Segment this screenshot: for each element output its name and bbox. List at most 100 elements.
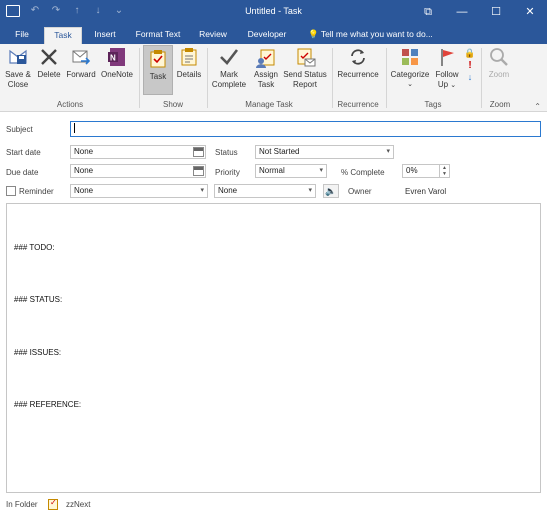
assign-task-label: Assign Task: [253, 70, 278, 89]
folder-name: zzNext: [66, 500, 91, 509]
chevron-down-icon: ▾: [308, 187, 312, 194]
subject-input[interactable]: [70, 121, 541, 137]
chevron-down-icon: ▾: [386, 148, 390, 155]
priority-select[interactable]: Normal ▾: [255, 164, 327, 178]
tab-format-text[interactable]: Format Text: [128, 27, 188, 44]
group-recurrence-label: Recurrence: [337, 100, 379, 109]
percent-complete-stepper[interactable]: 0% ▲ ▼: [402, 164, 450, 178]
save-close-icon: [7, 46, 29, 68]
recurrence-button[interactable]: Recurrence: [335, 46, 381, 80]
close-button[interactable]: ✕: [513, 0, 547, 24]
status-select[interactable]: Not Started ▾: [255, 145, 394, 159]
tab-file[interactable]: File: [6, 27, 38, 44]
group-tags-label: Tags: [424, 100, 442, 109]
magnifier-icon: [488, 46, 510, 68]
tab-review[interactable]: Review: [192, 27, 234, 44]
flag-icon: [436, 46, 458, 68]
due-date-value: None: [74, 166, 94, 175]
reminder-date-value: None: [74, 186, 94, 195]
priority-label: Priority: [215, 168, 240, 177]
zoom-label: Zoom: [488, 70, 510, 79]
body-line: ### TODO:: [14, 243, 55, 252]
ribbon-display-options-icon[interactable]: ⧉: [411, 0, 445, 24]
checkmark-icon: [218, 46, 240, 68]
delete-label: Delete: [37, 70, 61, 79]
subject-label: Subject: [6, 125, 33, 134]
tag-small-buttons: 🔒 ! ↓: [464, 48, 476, 84]
title-bar: ↶ ↷ ↑ ↓ ⌄ Untitled - Task ⧉ — ☐ ✕: [0, 0, 547, 24]
task-view-icon: [147, 48, 169, 70]
categorize-button[interactable]: Categorize ⌄: [389, 46, 431, 90]
group-show-label: Show: [162, 100, 183, 109]
chevron-down-icon: ▾: [200, 187, 204, 194]
forward-icon: [70, 46, 92, 68]
start-date-input[interactable]: None: [70, 145, 206, 159]
delete-button[interactable]: Delete: [35, 46, 63, 80]
task-form: Subject Start date None Status Not Start…: [0, 112, 547, 515]
ribbon-separator: [481, 48, 482, 108]
reminder-time-value: None: [218, 186, 238, 195]
folder-bar: In Folder zzNext: [0, 495, 547, 515]
minimize-button[interactable]: —: [445, 0, 479, 24]
ribbon-tabs: File Task Insert Format Text Review Deve…: [0, 24, 547, 44]
start-date-label: Start date: [6, 148, 41, 157]
task-body-editor[interactable]: ### TODO: ### STATUS: ### ISSUES: ### RE…: [6, 203, 541, 493]
private-lock-icon[interactable]: 🔒: [464, 48, 476, 60]
zoom-button[interactable]: Zoom: [484, 46, 514, 80]
maximize-button[interactable]: ☐: [479, 0, 513, 24]
collapse-ribbon-icon[interactable]: ⌃: [534, 102, 541, 111]
details-icon: [178, 46, 200, 68]
group-manage-task-label: Manage Task: [245, 100, 293, 109]
spin-arrows-icon[interactable]: ▲ ▼: [439, 165, 449, 177]
tab-insert[interactable]: Insert: [86, 27, 124, 44]
tell-me-text: Tell me what you want to do...: [320, 29, 433, 39]
mark-complete-button[interactable]: Mark Complete: [210, 46, 248, 90]
status-label: Status: [215, 148, 238, 157]
ribbon: Save & Close Delete Forward N OneNote Ac…: [0, 44, 547, 112]
send-status-report-button[interactable]: Send Status Report: [283, 46, 327, 90]
tab-developer[interactable]: Developer: [240, 27, 294, 44]
ribbon-separator: [207, 48, 208, 108]
categorize-icon: [399, 46, 421, 68]
reminder-date-select[interactable]: None ▾: [70, 184, 208, 198]
reminder-sound-icon[interactable]: 🔈: [323, 184, 339, 198]
due-date-input[interactable]: None: [70, 164, 206, 178]
assign-task-button[interactable]: Assign Task: [250, 46, 282, 90]
calendar-icon[interactable]: [193, 166, 204, 176]
task-folder-icon: [48, 498, 58, 510]
low-importance-icon[interactable]: ↓: [464, 72, 476, 84]
start-date-value: None: [74, 147, 94, 156]
body-line: ### REFERENCE:: [14, 400, 82, 409]
priority-value: Normal: [259, 166, 285, 175]
tell-me-box[interactable]: 💡 Tell me what you want to do...: [308, 29, 433, 40]
status-value: Not Started: [259, 147, 300, 156]
tab-task[interactable]: Task: [44, 27, 82, 44]
save-close-button[interactable]: Save & Close: [3, 46, 33, 90]
ribbon-separator: [139, 48, 140, 108]
send-status-label: Send Status Report: [283, 70, 327, 89]
text-cursor: [74, 122, 75, 133]
percent-complete-value: 0%: [406, 166, 418, 175]
task-view-label: Task: [149, 72, 167, 81]
task-view-button[interactable]: Task: [143, 45, 173, 95]
onenote-icon: N: [106, 46, 128, 68]
chevron-down-icon: ▾: [319, 167, 323, 174]
window-controls: ⧉ — ☐ ✕: [411, 0, 547, 24]
chevron-down-icon: ⌄: [450, 82, 457, 89]
reminder-checkbox[interactable]: [6, 186, 16, 196]
calendar-icon[interactable]: [193, 147, 204, 157]
save-close-label: Save & Close: [5, 70, 31, 89]
follow-up-button[interactable]: Follow Up ⌄: [432, 46, 462, 91]
recurrence-label: Recurrence: [337, 70, 379, 79]
forward-button[interactable]: Forward: [65, 46, 97, 80]
group-zoom-label: Zoom: [489, 100, 511, 109]
details-button[interactable]: Details: [175, 46, 203, 80]
reminder-label: Reminder: [19, 187, 54, 196]
reminder-time-select[interactable]: None ▾: [214, 184, 316, 198]
svg-text:N: N: [110, 54, 116, 63]
in-folder-label: In Folder: [6, 500, 38, 509]
onenote-button[interactable]: N OneNote: [99, 46, 135, 80]
group-actions-label: Actions: [56, 100, 84, 109]
high-importance-icon[interactable]: !: [464, 60, 476, 72]
details-label: Details: [176, 70, 202, 79]
